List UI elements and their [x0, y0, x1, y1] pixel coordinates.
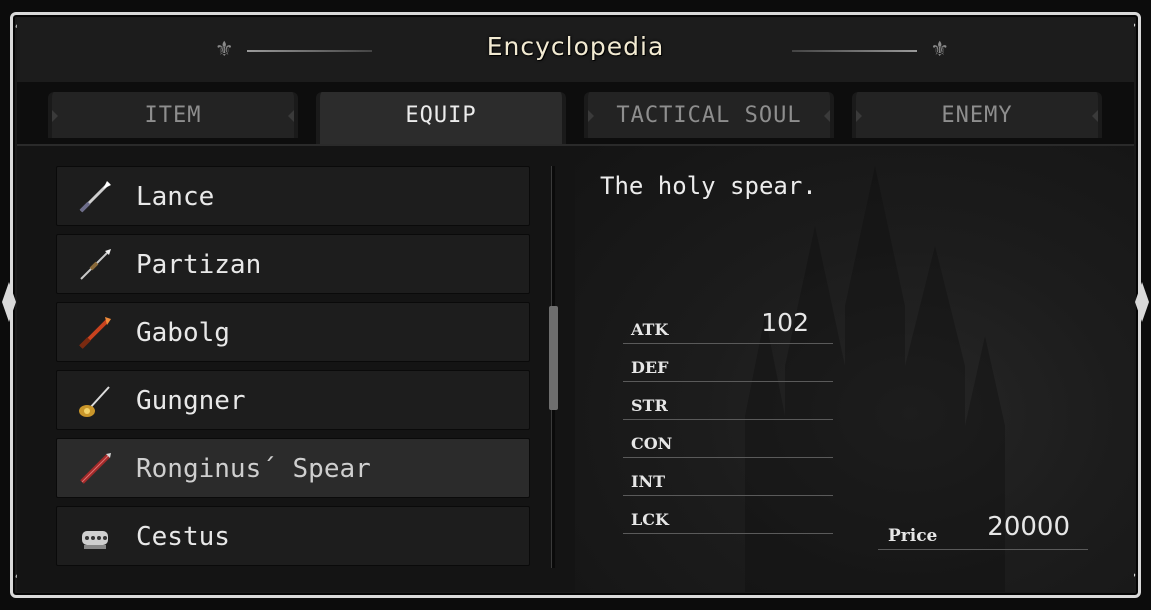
- stat-row-con: CON: [623, 420, 833, 458]
- list-item-selected[interactable]: Ronginus´ Spear: [56, 438, 530, 498]
- tab-label: ENEMY: [941, 103, 1013, 128]
- stat-row-def: DEF: [623, 344, 833, 382]
- item-description: The holy spear.: [600, 172, 817, 200]
- stat-label: ATK: [631, 320, 669, 339]
- item-name: Partizan: [136, 250, 262, 280]
- window-header: ⚜ Encyclopedia ⚜: [17, 18, 1134, 82]
- item-name: Gungner: [136, 386, 246, 416]
- fleur-de-lis-icon: ⚜: [932, 34, 947, 62]
- stat-label: INT: [631, 472, 666, 491]
- tab-item[interactable]: ITEM: [48, 92, 298, 138]
- window-title: Encyclopedia: [486, 32, 665, 61]
- list-item[interactable]: Gabolg: [56, 302, 530, 362]
- list-item[interactable]: Partizan: [56, 234, 530, 294]
- equip-list: Lance Partizan Gabolg Gungner Ronginus´ …: [17, 146, 575, 592]
- gungner-icon: [79, 386, 110, 417]
- item-name: Gabolg: [136, 318, 230, 348]
- stat-row-atk: ATK 102: [623, 306, 833, 344]
- price-row: Price 20000: [878, 510, 1088, 550]
- partizan-icon: [80, 249, 111, 280]
- stat-value: 102: [761, 308, 809, 337]
- cestus-icon: [82, 531, 108, 549]
- item-detail-panel: The holy spear. ATK 102 DEF STR CON INT …: [575, 146, 1134, 592]
- item-name: Ronginus´ Spear: [136, 454, 371, 484]
- list-item[interactable]: Cestus: [56, 506, 530, 566]
- tab-label: TACTICAL SOUL: [616, 103, 802, 128]
- content-area: Lance Partizan Gabolg Gungner Ronginus´ …: [17, 144, 1134, 592]
- stat-label: STR: [631, 396, 668, 415]
- item-name: Lance: [136, 182, 215, 212]
- ronginus-spear-icon: [80, 453, 111, 484]
- tab-enemy[interactable]: ENEMY: [852, 92, 1102, 138]
- stat-row-lck: LCK: [623, 496, 833, 534]
- tab-label: EQUIP: [405, 103, 477, 128]
- tab-equip[interactable]: EQUIP: [316, 92, 566, 144]
- list-item[interactable]: Gungner: [56, 370, 530, 430]
- category-tabs: ITEM EQUIP TACTICAL SOUL ENEMY: [17, 82, 1134, 144]
- stat-label: CON: [631, 434, 673, 453]
- stat-label: DEF: [631, 358, 669, 377]
- price-value: 20000: [987, 512, 1070, 542]
- stat-row-int: INT: [623, 458, 833, 496]
- stat-row-str: STR: [623, 382, 833, 420]
- price-label: Price: [888, 526, 938, 546]
- scrollbar-thumb[interactable]: [549, 306, 558, 410]
- tab-tactical-soul[interactable]: TACTICAL SOUL: [584, 92, 834, 138]
- item-name: Cestus: [136, 522, 230, 552]
- stat-label: LCK: [631, 510, 669, 529]
- lance-icon: [79, 181, 111, 213]
- right-fleur-ornament: ⚜: [792, 36, 957, 60]
- list-item[interactable]: Lance: [56, 166, 530, 226]
- gabolg-icon: [79, 317, 111, 349]
- tab-label: ITEM: [144, 103, 202, 128]
